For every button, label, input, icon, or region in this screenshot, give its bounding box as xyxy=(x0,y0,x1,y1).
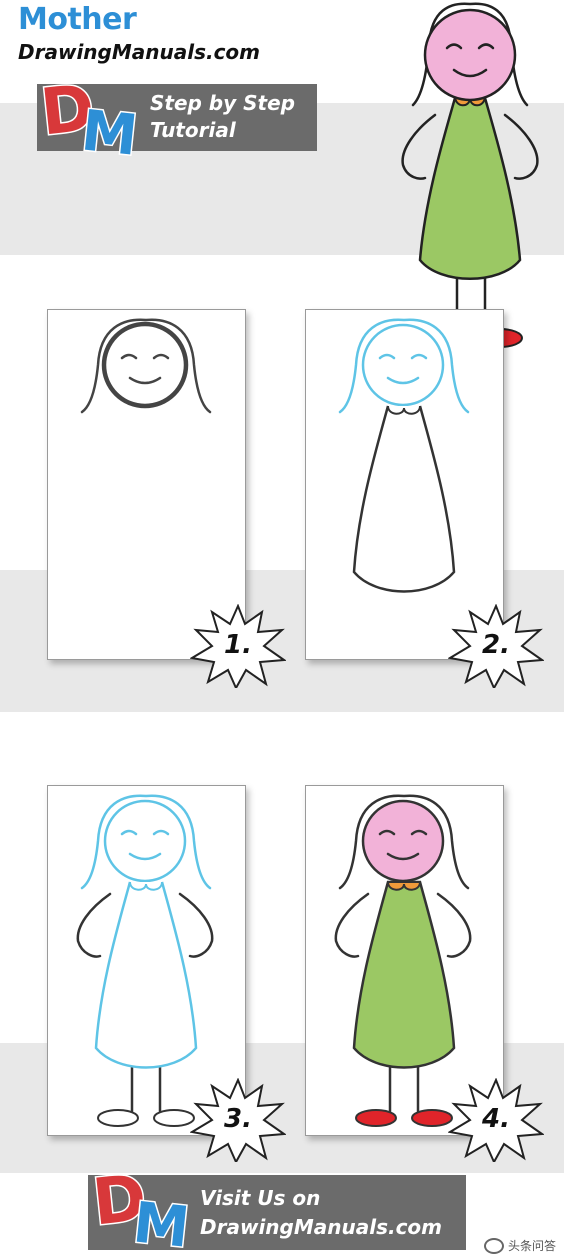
site-name: DrawingManuals.com xyxy=(18,40,261,64)
watermark: 头条问答 xyxy=(483,1237,556,1254)
page-title: Mother xyxy=(18,2,137,37)
svg-text:M: M xyxy=(130,1190,190,1250)
footer-dm-logo-icon: D M xyxy=(90,1160,190,1250)
footer-text[interactable]: Visit Us on DrawingManuals.com xyxy=(200,1184,442,1242)
step-4-number: 4. xyxy=(482,1104,510,1134)
step-1-number: 1. xyxy=(224,630,252,660)
banner-line-2: Tutorial xyxy=(150,118,236,142)
step-3-number: 3. xyxy=(224,1104,252,1134)
dm-logo-icon: D M xyxy=(38,70,138,160)
svg-text:M: M xyxy=(78,98,138,160)
watermark-icon xyxy=(483,1238,504,1254)
footer-line-1: Visit Us on xyxy=(200,1186,321,1210)
watermark-text: 头条问答 xyxy=(507,1238,556,1253)
footer-line-2[interactable]: DrawingManuals.com xyxy=(200,1213,442,1242)
banner-text: Step by Step Tutorial xyxy=(150,90,295,144)
banner-line-1: Step by Step xyxy=(150,91,295,115)
finished-mother-drawing xyxy=(401,2,539,348)
step-2-number: 2. xyxy=(482,630,510,660)
